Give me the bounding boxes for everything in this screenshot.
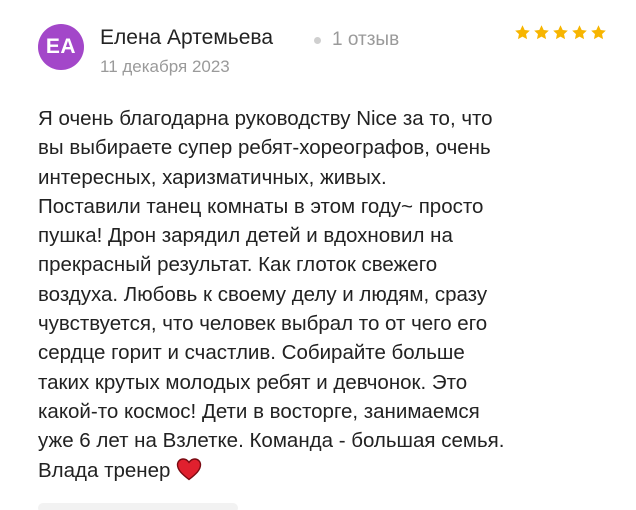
review-text-line: таких крутых молодых ребят и девчонок. Э… xyxy=(38,370,468,394)
avatar[interactable]: ЕА xyxy=(38,24,84,70)
avatar-initials: ЕА xyxy=(45,35,77,58)
heart-icon xyxy=(177,457,202,480)
review-text-line: чувствуется, что человек выбрал то от че… xyxy=(38,312,488,336)
review-text-line: интересных, харизматичных, живых. xyxy=(38,165,387,189)
review-text-line: какой-то космос! Дети в восторге, занима… xyxy=(38,399,480,423)
review-text-line: сердце горит и счастлив. Собирайте больш… xyxy=(38,341,465,365)
star-icon xyxy=(572,25,587,40)
star-icon xyxy=(591,25,606,40)
review-text-line: Влада тренер xyxy=(38,456,618,485)
review-text-line: пушка! Дрон зарядил детей и вдохновил на xyxy=(38,224,453,248)
author-name[interactable]: Елена Артемьева xyxy=(100,26,273,50)
star-icon xyxy=(534,25,549,40)
rating-stars xyxy=(514,24,607,44)
next-review-placeholder xyxy=(38,503,238,510)
review-card: ЕА Елена Артемьева 1 отзыв 11 декабря 20… xyxy=(0,0,636,510)
review-text-line: вы выбираете супер ребят-хореографов, оч… xyxy=(38,136,491,160)
review-date: 11 декабря 2023 xyxy=(100,57,230,76)
review-text-line: воздуха. Любовь к своему делу и людям, с… xyxy=(38,282,488,306)
next-review-edge xyxy=(0,500,636,510)
star-icon xyxy=(515,25,530,40)
star-icon xyxy=(553,25,568,40)
review-text: Я очень благодарна руководству Nice за т… xyxy=(38,104,618,485)
review-text-line: Поставили танец комнаты в этом году~ про… xyxy=(38,194,484,218)
review-text-line: Я очень благодарна руководству Nice за т… xyxy=(38,107,493,130)
review-text-line: прекрасный результат. Как глоток свежего xyxy=(38,253,438,277)
review-text-line: уже 6 лет на Взлетке. Команда - большая … xyxy=(38,429,505,453)
separator-dot xyxy=(314,37,321,44)
review-count: 1 отзыв xyxy=(332,29,400,50)
